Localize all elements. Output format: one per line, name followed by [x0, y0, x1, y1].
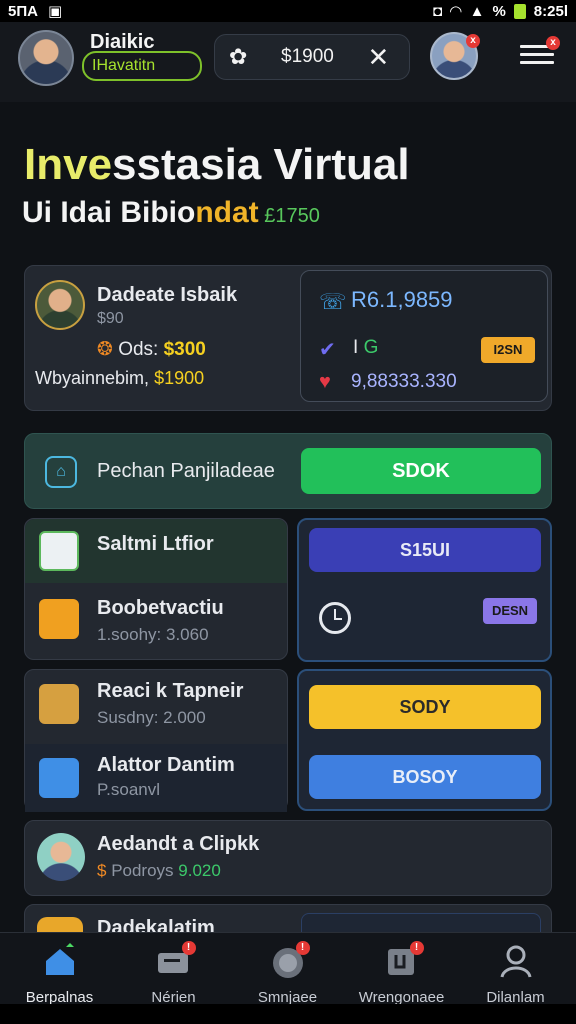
ig-icon: G: [363, 337, 379, 358]
odds-icon: ❂: [97, 339, 113, 360]
system-home-bar: [0, 1004, 576, 1024]
check-icon: ✔: [319, 339, 336, 361]
agent-sub-prefix: $: [97, 861, 112, 880]
list-panel: Saltmi Ltfior Boobetvactiu 1.soohy: 3.06…: [24, 518, 288, 660]
phone-icon: ☏: [319, 289, 347, 314]
list-item-sub: P.soanvl: [97, 780, 161, 799]
wifi-icon: ◠: [450, 3, 462, 20]
agent-sub-value: 9.020: [178, 861, 221, 880]
chip-icon: !: [268, 941, 310, 981]
odds-label: Ods:: [112, 339, 164, 360]
reference-number: R6.1,9859: [351, 287, 453, 312]
status-left-text: 5ΠA: [8, 2, 39, 20]
notification-icon: ▣: [48, 3, 63, 20]
clock-icon: [319, 602, 351, 634]
win-line: Wbyainnebim, $1900: [35, 368, 204, 389]
list-item[interactable]: Saltmi Ltfior: [25, 519, 287, 583]
nav-badge: !: [181, 941, 196, 955]
match-details-panel[interactable]: ☏ R6.1,9859 ✔ I G I2SN ♥ 9,88333.330: [300, 270, 548, 402]
status-bar: 5ΠA ▣ ◘ ◠ ▲ % 8:25l: [0, 0, 576, 22]
list-item-sub: 1.soohy: 3.060: [97, 625, 209, 644]
agent-card[interactable]: Aedandt a Clipkk $ Podroys 9.020: [24, 820, 552, 896]
box-icon: [39, 684, 79, 724]
subtitle-main: Ui Idai Bibio: [22, 196, 196, 229]
wallet-icon: !: [382, 941, 424, 981]
odds-value: $300: [163, 339, 206, 360]
subtitle-gold: ndat: [195, 196, 259, 229]
coin-icon: ✿: [229, 44, 248, 69]
win-value: $1900: [154, 368, 205, 388]
clock-time: 8:25l: [533, 2, 568, 20]
match-sub: $90: [97, 310, 124, 327]
avatar: [37, 833, 85, 881]
list-item-title: Alattor Dantim: [97, 754, 235, 776]
nav-item-home[interactable]: Berpalnas: [2, 941, 117, 1006]
agent-sub: $ Podroys 9.020: [97, 861, 221, 881]
status-badge: I2SN: [481, 337, 535, 363]
user-icon: [496, 941, 536, 981]
close-icon[interactable]: ✕: [367, 42, 389, 73]
ig-prefix: I: [353, 337, 364, 358]
menu-badge: x: [546, 36, 560, 50]
promo-label: Pechan Panjiladeae: [97, 460, 275, 482]
action-button[interactable]: S15UI: [309, 528, 541, 572]
top-bar: Diaikic IHavatitn ✿ $1900 ✕ x x: [0, 22, 576, 102]
action-panel: S15UI DESN: [297, 518, 552, 662]
heart-icon[interactable]: ♥: [319, 371, 331, 394]
nav-badge: !: [409, 941, 424, 955]
nav-item-tickets[interactable]: ! Nérien: [116, 941, 231, 1006]
list-item-title: Saltmi Ltfior: [97, 533, 214, 555]
title-highlight: Inve: [24, 140, 113, 189]
percent-label: %: [492, 2, 506, 20]
title-rest: sstasia Virtual: [112, 140, 410, 189]
promo-button[interactable]: SDOK: [301, 448, 541, 494]
battery-icon: [513, 3, 526, 19]
list-item[interactable]: Reaci k Tapneir Susdny: 2.000: [25, 670, 287, 740]
action-button-blue[interactable]: BOSOY: [309, 755, 541, 799]
lock-icon: ⌂: [45, 456, 77, 488]
avatar: [35, 280, 85, 330]
avatar[interactable]: [18, 30, 74, 86]
list-item-sub: Susdny: 2.000: [97, 708, 206, 727]
subtitle-amount: £1750: [258, 205, 320, 227]
page-title: Invesstasia Virtual: [24, 140, 410, 190]
notification-badge: x: [466, 34, 480, 48]
match-card[interactable]: Dadeate Isbaik $90 ❂ Ods: $300 Wbyainneb…: [24, 265, 552, 411]
page-subtitle: Ui Idai Bibiondat £1750: [22, 196, 320, 230]
promo-card: ⌂ Pechan Panjiladeae SDOK: [24, 433, 552, 509]
list-item-title: Reaci k Tapneir: [97, 680, 244, 702]
match-name: Dadeate Isbaik: [97, 284, 238, 306]
nav-item-wallet[interactable]: ! Wrengonaee: [344, 941, 459, 1006]
status-badge: DESN: [483, 598, 537, 624]
big-number: 9,88333.330: [351, 371, 457, 392]
list-panel: Reaci k Tapneir Susdny: 2.000 Alattor Da…: [24, 669, 288, 812]
nav-item-games[interactable]: ! Smnjaee: [230, 941, 345, 1006]
signal-icon: ▲: [469, 2, 485, 20]
balance-pill[interactable]: ✿ $1900 ✕: [214, 34, 410, 80]
win-label: Wbyainnebim,: [35, 368, 155, 388]
nav-badge: !: [295, 941, 310, 955]
chat-icon: [39, 758, 79, 798]
profile-tag[interactable]: IHavatitn: [82, 51, 202, 81]
odds-line: ❂ Ods: $300: [97, 338, 206, 361]
list-item[interactable]: Alattor Dantim P.soanvl: [25, 744, 287, 812]
action-button-yellow[interactable]: SODY: [309, 685, 541, 729]
home-icon: [40, 941, 80, 981]
agent-title: Aedandt a Clipkk: [97, 833, 260, 855]
nav-item-profile[interactable]: Dilanlam: [458, 941, 573, 1006]
list-item[interactable]: Boobetvactiu 1.soohy: 3.060: [25, 583, 287, 661]
agent-sub-mid: Podroys: [111, 861, 179, 880]
action-panel: SODY BOSOY: [297, 669, 552, 811]
ig-line: I G: [353, 337, 378, 359]
alarm-icon: ◘: [432, 2, 443, 20]
document-icon: [39, 531, 79, 571]
list-item-title: Boobetvactiu: [97, 597, 224, 619]
ticket-icon: !: [154, 941, 196, 981]
wallet-icon: [39, 599, 79, 639]
balance-amount: $1900: [281, 46, 334, 67]
